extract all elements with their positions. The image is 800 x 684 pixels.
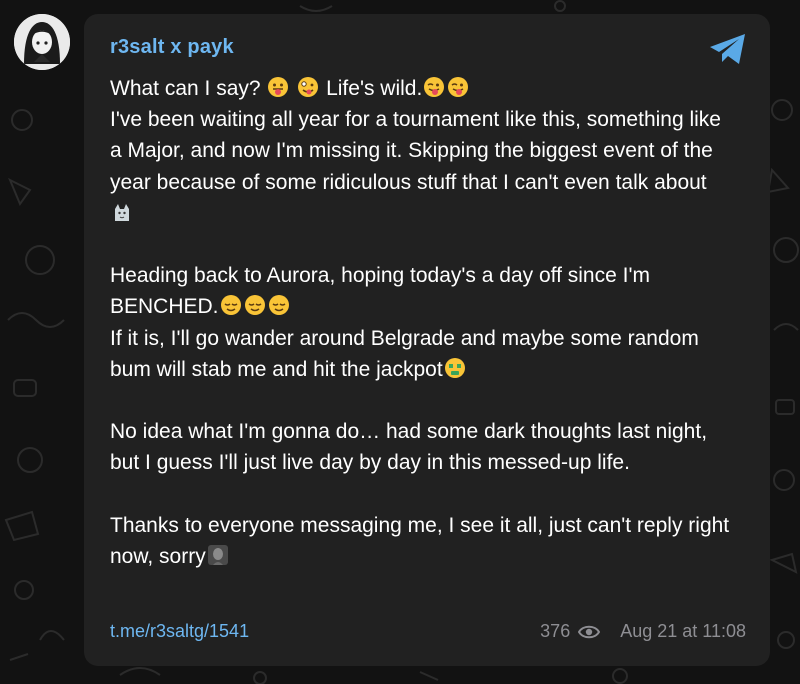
zany-face-emoji: [298, 77, 319, 97]
message-text-para2b: If it is, I'll go wander around Belgrade…: [110, 326, 699, 381]
winking-face-with-tongue-emoji: [424, 77, 445, 97]
avatar[interactable]: [14, 14, 70, 70]
cat-sticker-emoji: [115, 203, 129, 221]
relieved-face-emoji: [268, 295, 289, 316]
relieved-face-emoji: [244, 295, 265, 316]
eye-icon: [578, 625, 601, 638]
telegram-share-icon[interactable]: [708, 32, 748, 66]
post-date: Aug 21 at 11:08: [620, 621, 746, 641]
message-text-line2: I've been waiting all year for a tournam…: [110, 108, 721, 194]
view-count: 376: [540, 621, 571, 641]
post-link[interactable]: t.me/r3saltg/1541: [110, 621, 249, 642]
relieved-face-emoji: [220, 295, 241, 316]
message-text-intro-b: Life's wild.: [320, 77, 423, 100]
message-text: What can I say? Life's wild. I've been w…: [110, 73, 730, 572]
face-with-tongue-emoji: [268, 77, 289, 97]
post-meta: 376 Aug 21 at 11:08: [540, 621, 746, 642]
money-mouth-face-emoji: [444, 357, 465, 378]
message-text-intro: What can I say?: [110, 77, 267, 100]
message-text-para2: Heading back to Aurora, hoping today's a…: [110, 264, 650, 319]
sad-face-photo-emoji: [207, 545, 228, 566]
message-bubble: r3salt x payk What can I say? Life's wil…: [84, 14, 770, 666]
message-text-para3: No idea what I'm gonna do… had some dark…: [110, 420, 708, 475]
winking-face-with-tongue-emoji: [448, 77, 469, 97]
message-text-para4: Thanks to everyone messaging me, I see i…: [110, 513, 730, 569]
author-name[interactable]: r3salt x payk: [110, 36, 234, 59]
anime-girl-avatar-icon: [14, 14, 70, 70]
